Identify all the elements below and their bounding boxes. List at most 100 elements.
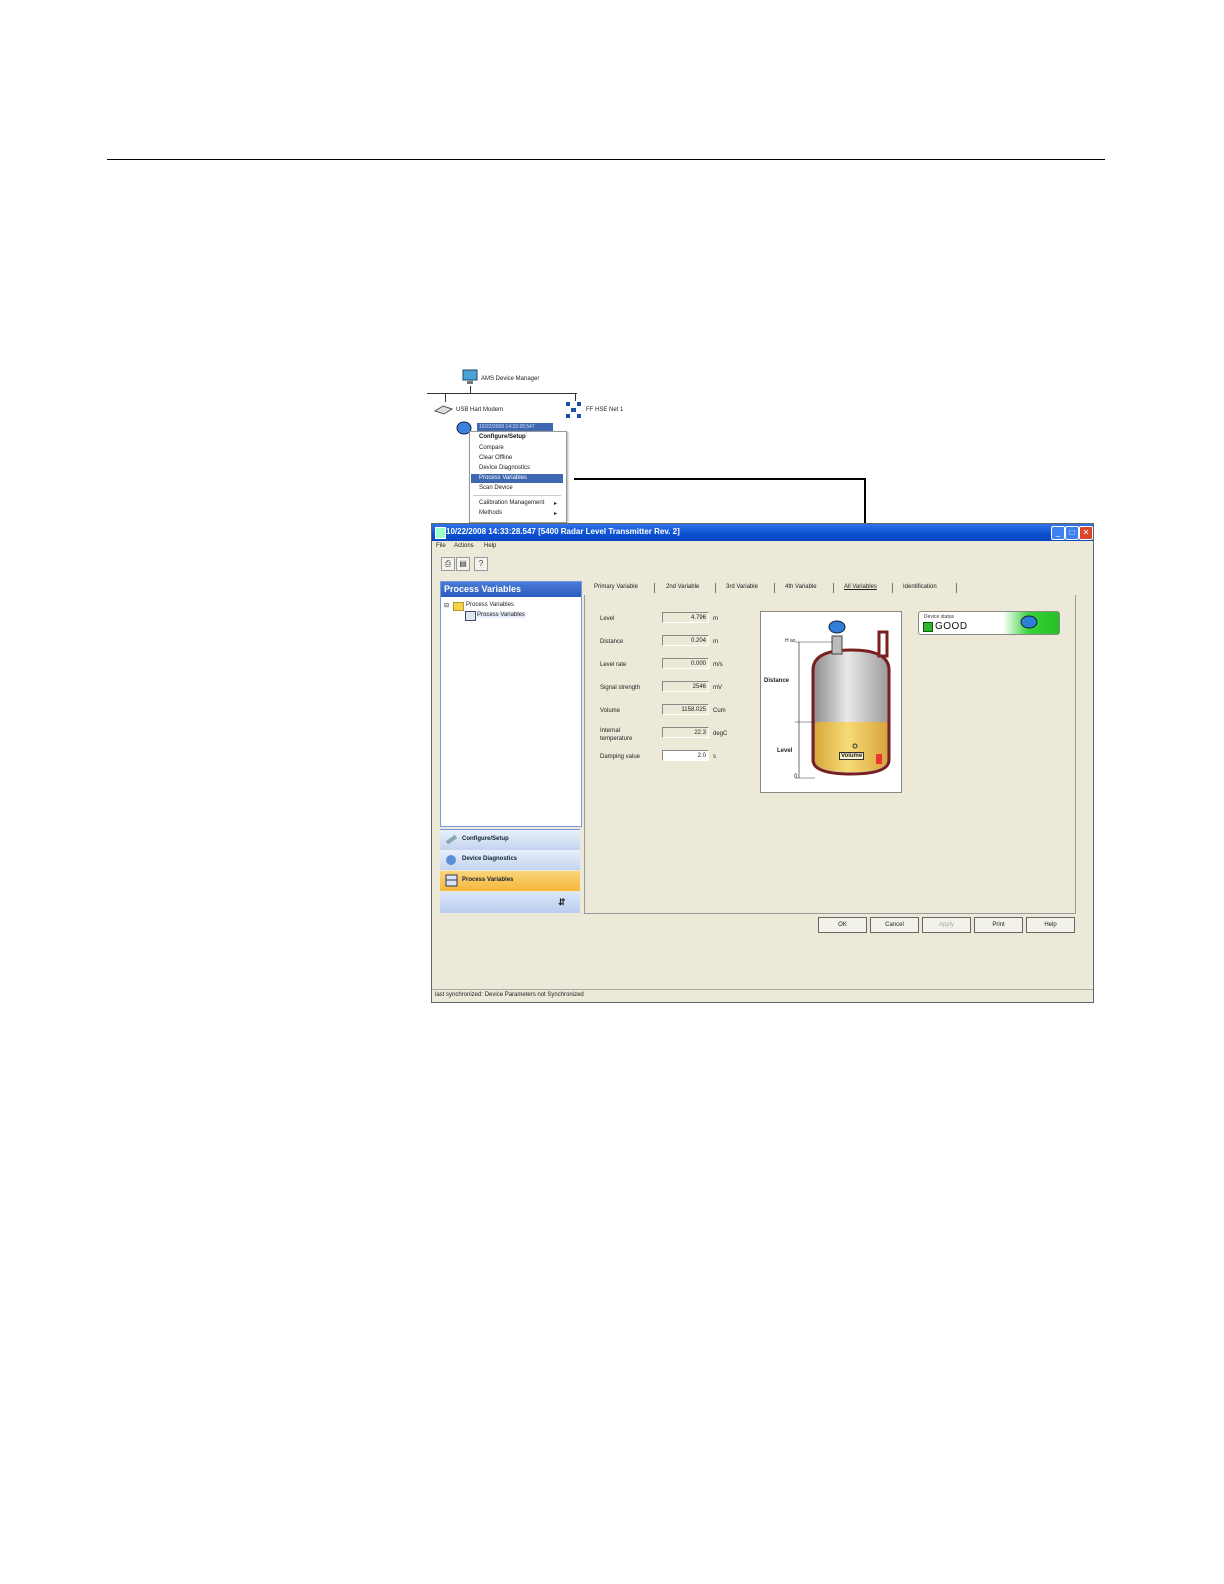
close-button[interactable]: ✕ [1079, 526, 1093, 540]
device-status-icon [1019, 614, 1039, 632]
tank-hmax-label: H ax [785, 638, 796, 644]
submenu-arrow-icon: ▸ [554, 501, 558, 507]
maximize-button[interactable]: □ [1065, 526, 1079, 540]
tank-volume-label: Volume [839, 752, 865, 760]
modem-icon[interactable] [433, 402, 454, 416]
menu-file[interactable]: File [436, 543, 446, 549]
volume-value: 1158.025 [662, 704, 709, 715]
navigation-header-label: Process Variables [444, 584, 522, 594]
apply-button[interactable]: Apply [922, 917, 971, 933]
device-status-label: Device status [924, 614, 955, 620]
damping-value-unit: s [713, 754, 716, 760]
menu-item-compare[interactable]: Compare [479, 445, 504, 451]
window-title: 10/22/2008 14:33:28.547 [5400 Radar Leve… [446, 527, 680, 536]
context-menu: Configure/Setup Compare Clear Offline De… [469, 431, 567, 523]
tab-separator [892, 583, 893, 593]
print-button[interactable]: Print [974, 917, 1023, 933]
chevron-expand-icon[interactable]: ⇵ [558, 897, 566, 908]
tab-separator [833, 583, 834, 593]
tree-item-process-variables-child[interactable]: Process Variables [477, 612, 525, 618]
tab-strip: Primary Variable 2nd Variable 3rd Variab… [584, 581, 1074, 595]
internal-temperature-unit: degC [713, 731, 728, 737]
internal-temperature-value: 22.3 [662, 727, 709, 738]
menu-item-scan-device[interactable]: Scan Device [479, 485, 513, 491]
ok-button[interactable]: OK [818, 917, 867, 933]
network-line [445, 393, 446, 402]
tab-separator [654, 583, 655, 593]
menu-actions[interactable]: Actions [454, 543, 474, 549]
tab-all-variables[interactable]: All Variables [844, 584, 877, 590]
level-rate-label: Level rate [600, 662, 627, 668]
signal-strength-value: 2546 [662, 681, 709, 692]
menu-item-process-variables[interactable]: Process Variables [471, 474, 563, 483]
distance-unit: m [713, 639, 718, 645]
menu-item-methods[interactable]: Methods [479, 510, 502, 516]
damping-value-input[interactable]: 2.0 [662, 750, 709, 761]
help-button[interactable]: Help [1026, 917, 1075, 933]
device-tree-label: 10/22/2008 14:33:28.547 [479, 424, 535, 430]
tank-zero-label: 0 [794, 774, 798, 780]
tab-separator [715, 583, 716, 593]
level-unit: m [713, 616, 718, 622]
ams-device-manager-label[interactable]: AMS Device Manager [481, 376, 539, 382]
menu-bar: File Actions Help [432, 542, 1093, 554]
menu-separator [473, 495, 561, 496]
title-bar: 10/22/2008 14:33:28.547 [5400 Radar Leve… [432, 524, 1093, 541]
nav-configure-setup-label: Configure/Setup [462, 836, 509, 842]
folder-icon [453, 602, 464, 611]
tab-separator [956, 583, 957, 593]
volume-label: Volume [600, 708, 621, 714]
menu-item-device-diagnostics[interactable]: Device Diagnostics [479, 465, 530, 471]
nav-process-variables[interactable]: Process Variables [440, 871, 580, 891]
diagnostics-icon [446, 855, 456, 865]
tab-3rd-variable[interactable]: 3rd Variable [726, 584, 758, 590]
help-cursor-icon[interactable]: ? [474, 557, 488, 571]
nav-overflow-bar[interactable]: ⇵ [440, 892, 580, 913]
tank-illustration [795, 630, 891, 779]
computer-icon[interactable] [462, 369, 478, 385]
menu-item-calibration-management[interactable]: Calibration Management [479, 500, 544, 506]
minimize-button[interactable]: _ [1051, 526, 1065, 540]
ff-network-icon[interactable] [565, 400, 583, 420]
device-window: 10/22/2008 14:33:28.547 [5400 Radar Leve… [431, 523, 1094, 1003]
tree-expand-icon[interactable]: ⊟ [444, 602, 449, 609]
tree-item-process-variables[interactable]: Process Variables [466, 602, 514, 608]
menu-item-clear-offline[interactable]: Clear Offline [479, 455, 512, 461]
device-status-indicator: Device status GOOD [918, 611, 1060, 635]
tab-primary-variable[interactable]: Primary Variable [594, 584, 638, 590]
nav-configure-setup[interactable]: Configure/Setup [440, 829, 580, 850]
signal-strength-label: Signal strength [600, 685, 641, 691]
cancel-button[interactable]: Cancel [870, 917, 919, 933]
print-icon[interactable]: ⎙ [441, 557, 455, 571]
distance-value: 0.204 [662, 635, 709, 646]
tab-2nd-variable[interactable]: 2nd Variable [666, 584, 699, 590]
signal-strength-unit: mV [713, 685, 722, 691]
tab-identification[interactable]: Identification [903, 584, 937, 590]
tab-4th-variable[interactable]: 4th Variable [785, 584, 817, 590]
status-bar: last synchronized: Device Parameters not… [432, 989, 1093, 1002]
navigation-header: Process Variables [441, 582, 581, 597]
menu-help[interactable]: Help [484, 543, 496, 549]
preview-icon[interactable]: ▤ [456, 557, 470, 571]
page-rule [107, 159, 1105, 160]
level-rate-unit: m/s [713, 662, 723, 668]
device-status-value: GOOD [935, 621, 968, 632]
nav-device-diagnostics-label: Device Diagnostics [462, 856, 518, 862]
nav-device-diagnostics[interactable]: Device Diagnostics [440, 850, 580, 870]
toolbar: ⎙ ▤ ? [432, 555, 1093, 572]
network-line [470, 386, 471, 393]
damping-value-label: Damping value [600, 754, 641, 760]
level-rate-value: 0.000 [662, 658, 709, 669]
navigation-pane: Process Variables ⊟ Process Variables Pr… [440, 581, 582, 827]
status-ok-icon [923, 622, 933, 632]
menu-item-process-variables-label: Process Variables [479, 475, 527, 481]
tab-separator [774, 583, 775, 593]
wrench-icon [445, 834, 458, 845]
network-line [427, 393, 577, 394]
app-icon [435, 527, 446, 539]
level-value: 4.796 [662, 612, 709, 623]
radar-transmitter-icon [827, 620, 847, 638]
ff-hse-net-label[interactable]: FF HSE Net 1 [586, 407, 623, 413]
menu-item-configure-setup[interactable]: Configure/Setup [479, 434, 526, 440]
usb-hart-modem-label[interactable]: USB Hart Modem [456, 407, 503, 413]
